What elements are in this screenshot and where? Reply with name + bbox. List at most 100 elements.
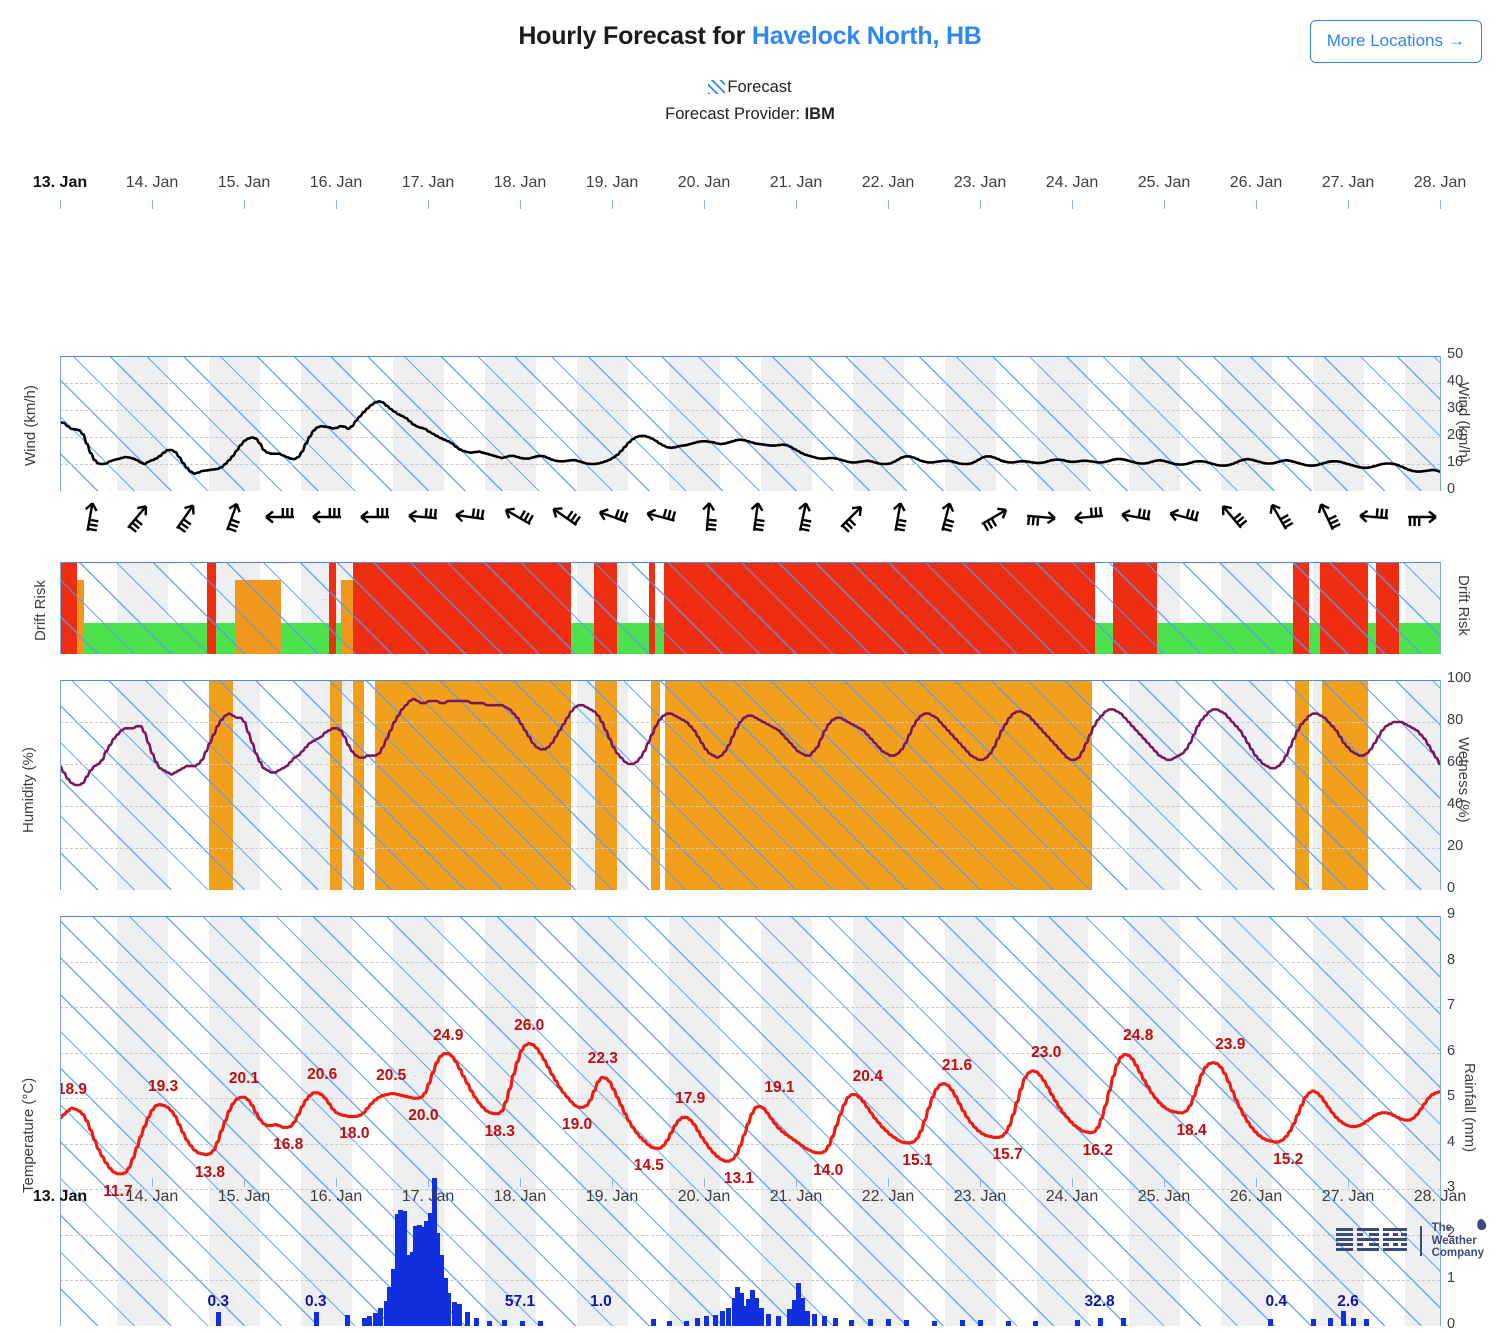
wind-barb-icon xyxy=(210,497,254,537)
wind-y-axis-label-left: Wind (km/h) xyxy=(22,384,39,466)
date-tick xyxy=(1072,200,1073,209)
temperature-value-label: 18.9 xyxy=(60,1081,88,1099)
y-tick-label-right: 4 xyxy=(1447,1133,1456,1150)
y-tick-label: 30 xyxy=(1447,400,1464,416)
date-label: 13. Jan xyxy=(32,1188,88,1205)
date-tick xyxy=(704,200,705,209)
y-tick-label: 10 xyxy=(1447,454,1464,470)
date-tick xyxy=(520,1178,521,1187)
date-label: 19. Jan xyxy=(585,174,639,191)
date-tick xyxy=(60,200,61,209)
date-label: 28. Jan xyxy=(1413,1188,1467,1205)
axis-line-r xyxy=(1440,916,1441,1326)
drift-risk-segment xyxy=(352,562,571,654)
temperature-value-label: 21.6 xyxy=(941,1056,973,1074)
date-tickmarks-top xyxy=(0,200,1500,209)
wind-barb-icon xyxy=(115,497,159,537)
drift-risk-segment xyxy=(207,562,217,654)
y-tick-label-right: 7 xyxy=(1447,997,1456,1014)
date-tick xyxy=(980,200,981,209)
wind-barb-icon xyxy=(543,497,587,537)
date-tick xyxy=(612,1178,613,1187)
temperature-value-label: 20.6 xyxy=(307,1065,338,1083)
date-label: 20. Jan xyxy=(677,174,731,191)
temperature-value-label: 18.0 xyxy=(339,1125,370,1143)
wind-barb-icon xyxy=(1067,497,1111,537)
provider-prefix: Forecast Provider: xyxy=(665,105,805,123)
rainfall-value-label: 0.4 xyxy=(1265,1293,1288,1310)
temperature-value-label: 20.5 xyxy=(376,1066,407,1084)
temperature-value-label: 22.3 xyxy=(587,1050,618,1068)
date-tick xyxy=(336,200,337,209)
temperature-value-label: 19.1 xyxy=(764,1079,795,1097)
axis-line-l xyxy=(60,356,61,491)
temperature-value-label: 20.0 xyxy=(408,1107,439,1125)
wind-barb-icon xyxy=(686,497,730,537)
wind-barb-icon xyxy=(734,497,778,537)
wind-barb-row xyxy=(0,497,1500,545)
wind-barb-icon xyxy=(639,497,683,537)
legend-label: Forecast xyxy=(727,78,792,96)
drift-risk-segment xyxy=(1368,622,1376,654)
temperature-value-label: 18.3 xyxy=(484,1122,515,1140)
rainfall-value-label: 0.3 xyxy=(207,1293,230,1310)
axis-line-l xyxy=(60,680,61,890)
date-label: 17. Jan xyxy=(401,174,455,191)
drift-y-axis-label-left: Drift Risk xyxy=(32,580,49,641)
drift-risk-segment xyxy=(663,562,1095,654)
drift-risk-segment xyxy=(1113,562,1157,654)
rainfall-value-label: 1.0 xyxy=(590,1293,612,1310)
rainfall-value-label: 2.6 xyxy=(1337,1293,1359,1310)
wind-barb-icon xyxy=(305,497,349,537)
temperature-value-label: 23.9 xyxy=(1215,1035,1246,1053)
date-label: 16. Jan xyxy=(309,1188,363,1205)
wind-barb-icon xyxy=(258,497,302,537)
y-tick-label: 40 xyxy=(1447,796,1464,812)
date-axis-top: 13. Jan 14. Jan 15. Jan 16. Jan 17. Jan 18. J… xyxy=(0,174,1500,200)
axis-line-l xyxy=(60,562,61,654)
wind-barb-icon xyxy=(1257,497,1301,537)
temperature-value-label: 14.5 xyxy=(633,1157,664,1175)
date-tick xyxy=(1072,1178,1073,1187)
humidity-y-axis-label-left: Humidity (%) xyxy=(20,747,37,833)
forecast-legend: Forecast xyxy=(0,78,1500,97)
temperature-value-label: 16.8 xyxy=(273,1136,304,1154)
date-tickmarks-bottom xyxy=(0,1178,1500,1187)
wind-barb-icon xyxy=(1210,497,1254,537)
axis-line-r xyxy=(1440,680,1441,890)
date-label: 23. Jan xyxy=(953,1188,1007,1205)
date-tick xyxy=(428,200,429,209)
date-label: 25. Jan xyxy=(1137,174,1191,191)
y-tick-label: 60 xyxy=(1447,754,1464,770)
temperature-value-label: 19.0 xyxy=(561,1116,593,1134)
temperature-value-label: 20.4 xyxy=(852,1067,883,1085)
y-tick-label: 0 xyxy=(1447,481,1456,497)
y-tick-label-right: 0 xyxy=(1447,1316,1456,1332)
wind-barb-icon xyxy=(1162,497,1206,537)
drift-risk-segment xyxy=(83,622,208,654)
data-line xyxy=(60,1042,1440,1176)
more-locations-button[interactable]: More Locations → xyxy=(1309,20,1482,63)
ibm-wordmark-icon xyxy=(1336,1228,1407,1251)
date-tick xyxy=(60,1178,61,1187)
wind-barb-icon xyxy=(163,497,207,537)
drift-risk-plot xyxy=(60,562,1440,654)
wind-y-axis-label-right: Wind (km/h) xyxy=(1455,381,1472,463)
date-label: 23. Jan xyxy=(953,174,1007,191)
drift-risk-segment xyxy=(616,622,649,654)
date-label: 25. Jan xyxy=(1137,1188,1191,1205)
wind-barb-icon xyxy=(972,497,1016,537)
weather-company-wordmark: The Weather Company xyxy=(1432,1218,1488,1260)
y-tick-label: 20 xyxy=(1447,838,1464,854)
axis-line-r xyxy=(1440,562,1441,654)
temperature-value-label: 26.0 xyxy=(514,1016,545,1034)
temperature-value-label: 19.3 xyxy=(147,1077,179,1095)
wind-barb-icon xyxy=(401,497,445,537)
y-tick-label: 40 xyxy=(1447,373,1464,389)
rainfall-value-label: 32.8 xyxy=(1084,1293,1115,1310)
date-label: 18. Jan xyxy=(493,174,547,191)
date-tick xyxy=(888,1178,889,1187)
drift-risk-segment xyxy=(60,562,77,654)
wind-barb-icon xyxy=(1114,497,1158,537)
rainfall-y-axis-label-right: Rainfall (mm) xyxy=(1461,1063,1478,1153)
